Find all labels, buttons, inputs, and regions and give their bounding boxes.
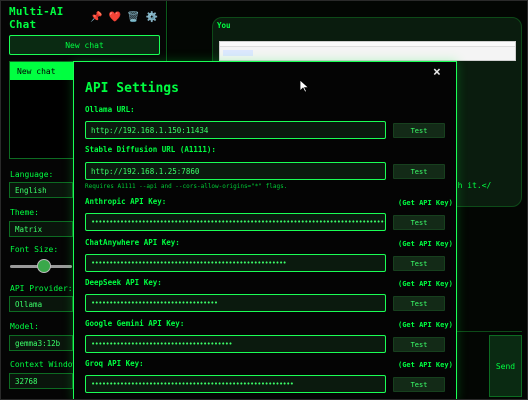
stable-diffusion-test-button[interactable]: Test <box>393 164 445 179</box>
anthropic-get-key-link[interactable]: (Get API Key) <box>398 199 453 207</box>
close-icon[interactable]: × <box>433 65 441 80</box>
anthropic-key-label: Anthropic API Key: <box>85 197 167 206</box>
deepseek-get-key-link[interactable]: (Get API Key) <box>398 280 453 288</box>
trash-icon[interactable]: 🗑️ <box>127 13 139 23</box>
theme-label: Theme: <box>10 208 39 217</box>
pin-icon[interactable]: 📌 <box>90 13 102 23</box>
api-provider-label: API Provider: <box>10 284 73 293</box>
app-window: Multi-AI Chat 📌 ❤️ 🗑️ ⚙️ New chat New ch… <box>0 0 528 400</box>
gemini-test-button[interactable]: Test <box>393 337 445 352</box>
gear-icon[interactable]: ⚙️ <box>146 13 158 23</box>
new-chat-button[interactable]: New chat <box>9 35 160 55</box>
stable-diffusion-url-label: Stable Diffusion URL (A1111): <box>85 145 216 154</box>
groq-key-label: Groq API Key: <box>85 359 144 368</box>
groq-get-key-link[interactable]: (Get API Key) <box>398 361 453 369</box>
context-window-input[interactable]: 32768 <box>9 373 73 389</box>
model-select[interactable]: gemma3:12b <box>9 335 73 351</box>
font-size-label: Font Size: <box>10 245 59 254</box>
font-size-slider-handle[interactable] <box>37 259 52 273</box>
language-select[interactable]: English <box>9 182 73 198</box>
stable-diffusion-url-input[interactable]: http://192.168.1.25:7860 <box>85 162 386 180</box>
message-author: You <box>217 21 231 30</box>
anthropic-key-input[interactable]: ••••••••••••••••••••••••••••••••••••••••… <box>85 213 386 231</box>
sidebar-header: Multi-AI Chat 📌 ❤️ 🗑️ ⚙️ <box>9 5 158 31</box>
anthropic-test-button[interactable]: Test <box>393 215 445 230</box>
api-provider-select[interactable]: Ollama <box>9 296 73 312</box>
gemini-key-input[interactable]: ••••••••••••••••••••••••••••••••••••••• <box>85 335 386 353</box>
ollama-url-label: Ollama URL: <box>85 105 135 114</box>
heart-icon[interactable]: ❤️ <box>109 13 121 23</box>
deepseek-test-button[interactable]: Test <box>393 296 445 311</box>
context-window-label: Context Window <box>10 360 78 369</box>
message-image-toolbar <box>220 42 515 47</box>
groq-key-input[interactable]: ••••••••••••••••••••••••••••••••••••••••… <box>85 375 386 393</box>
deepseek-key-input[interactable]: ••••••••••••••••••••••••••••••••••• <box>85 294 386 312</box>
gemini-get-key-link[interactable]: (Get API Key) <box>398 321 453 329</box>
message-image[interactable] <box>219 41 516 61</box>
stable-diffusion-note: Requires A1111 --api and --cors-allow-or… <box>85 183 288 190</box>
ollama-url-input[interactable]: http://192.168.1.150:11434 <box>85 121 386 139</box>
send-button[interactable]: Send <box>489 335 522 397</box>
theme-select[interactable]: Matrix <box>9 221 73 237</box>
chatanywhere-key-label: ChatAnywhere API Key: <box>85 238 180 247</box>
chatanywhere-key-input[interactable]: ••••••••••••••••••••••••••••••••••••••••… <box>85 254 386 272</box>
mouse-cursor-icon <box>300 80 309 93</box>
chatanywhere-get-key-link[interactable]: (Get API Key) <box>398 240 453 248</box>
app-title: Multi-AI Chat <box>9 5 64 31</box>
message-image-highlight <box>223 50 253 56</box>
chatanywhere-test-button[interactable]: Test <box>393 256 445 271</box>
deepseek-key-label: DeepSeek API Key: <box>85 278 162 287</box>
ollama-test-button[interactable]: Test <box>393 123 445 138</box>
language-label: Language: <box>10 170 54 179</box>
gemini-key-label: Google Gemini API Key: <box>85 319 185 328</box>
groq-test-button[interactable]: Test <box>393 377 445 392</box>
model-label: Model: <box>10 322 39 331</box>
modal-title: API Settings <box>85 81 179 96</box>
